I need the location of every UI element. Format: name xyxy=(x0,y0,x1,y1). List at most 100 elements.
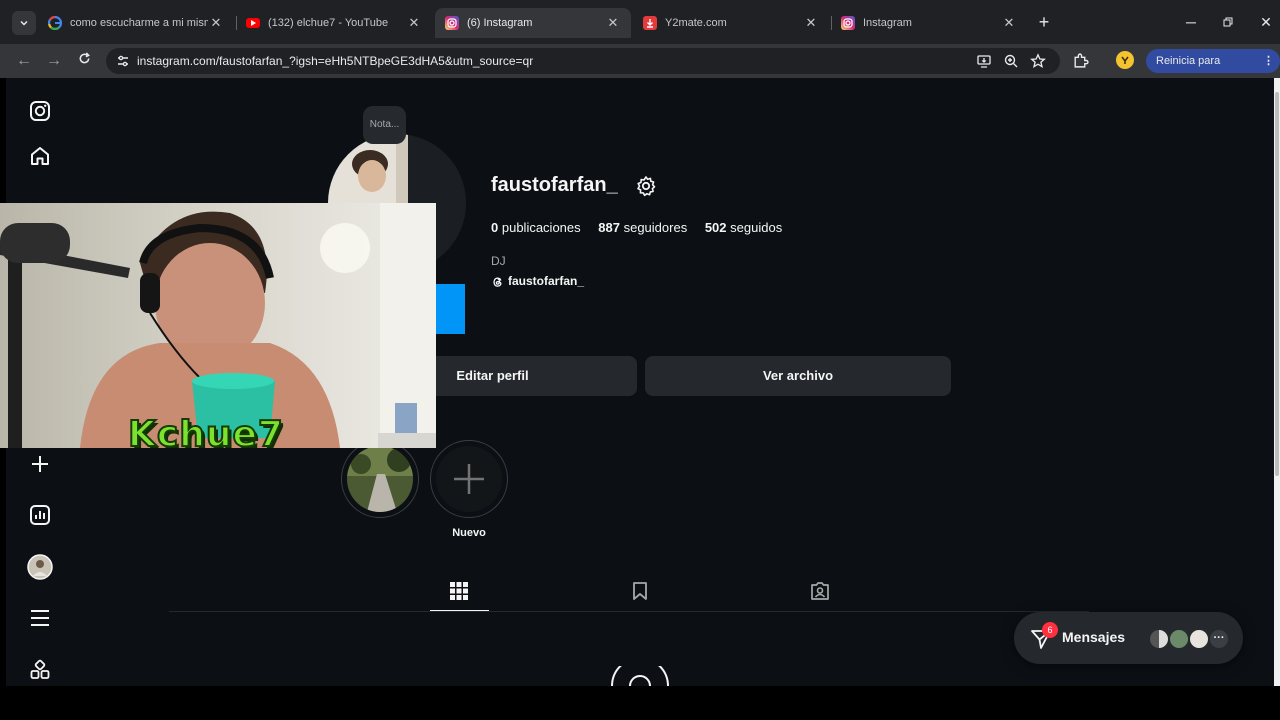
webcam-image xyxy=(0,203,436,448)
profile-avatar xyxy=(27,554,53,580)
sidebar-item-home[interactable] xyxy=(27,143,53,169)
close-tab-icon[interactable]: ✕ xyxy=(605,15,621,31)
close-tab-icon[interactable]: ✕ xyxy=(803,15,819,31)
tab-title: (6) Instagram xyxy=(467,17,533,29)
tab-title: como escucharme a mi mismo xyxy=(70,17,208,29)
site-info-icon[interactable] xyxy=(116,54,130,68)
close-window-button[interactable]: ✕ xyxy=(1256,12,1276,32)
plus-icon xyxy=(32,456,48,472)
threads-icon xyxy=(493,277,502,287)
tab-strip: como escucharme a mi mismo ✕ (132) elchu… xyxy=(0,0,1280,44)
contact-avatar xyxy=(1168,628,1190,650)
chart-icon xyxy=(30,505,50,525)
camera-circle-icon xyxy=(611,666,669,686)
tab-title: (132) elchue7 - YouTube xyxy=(268,17,389,29)
posts-grid-icon[interactable] xyxy=(449,581,469,601)
posts-count: 0 xyxy=(491,220,499,235)
tab-y2mate[interactable]: Y2mate.com ✕ xyxy=(633,8,829,38)
forward-button[interactable]: → xyxy=(44,51,64,71)
new-tab-button[interactable]: + xyxy=(1034,12,1054,32)
profile-stats: 0 publicaciones 887 seguidores 502 segui… xyxy=(491,220,796,235)
webcam-overlay: Kchue7 xyxy=(0,203,436,448)
y2mate-icon xyxy=(643,16,657,30)
followers-count: 887 xyxy=(598,220,620,235)
sidebar-item-more[interactable] xyxy=(27,605,53,631)
close-tab-icon[interactable]: ✕ xyxy=(208,15,224,31)
url-text[interactable]: instagram.com/faustofarfan_?igsh=eHh5NTB… xyxy=(137,54,533,68)
channel-logo: Kchue7 xyxy=(127,413,284,448)
note-bubble[interactable]: Nota... xyxy=(363,106,406,144)
messages-pill[interactable]: 6 Mensajes ··· xyxy=(1014,612,1243,664)
google-icon xyxy=(48,16,62,30)
extensions-icon[interactable] xyxy=(1072,52,1089,69)
install-app-icon[interactable] xyxy=(976,53,992,69)
tagged-icon[interactable] xyxy=(810,581,830,601)
scrollbar-thumb[interactable] xyxy=(1275,92,1279,476)
followers-label: seguidores xyxy=(623,220,688,235)
restore-button[interactable] xyxy=(1218,12,1238,32)
apps-grid-icon xyxy=(30,659,50,679)
story-highlight[interactable] xyxy=(341,440,419,518)
zoom-icon[interactable] xyxy=(1003,53,1019,69)
tab-title: Y2mate.com xyxy=(665,17,727,29)
followers-stat[interactable]: 887 seguidores xyxy=(598,220,687,235)
minimize-button[interactable]: ─ xyxy=(1181,12,1201,32)
bottom-black-bar xyxy=(0,686,1280,720)
back-button[interactable]: ← xyxy=(14,51,34,71)
instagram-logo-icon xyxy=(30,101,50,121)
more-contacts-icon: ··· xyxy=(1208,628,1230,650)
avatar-glyph-icon xyxy=(1121,56,1129,64)
more-menu-icon[interactable]: ⋮ xyxy=(1263,49,1274,73)
profile-avatar-icon[interactable] xyxy=(1116,51,1134,69)
sidebar-item-create[interactable] xyxy=(27,451,53,477)
new-highlight-button[interactable] xyxy=(430,440,508,518)
messages-badge: 6 xyxy=(1042,622,1058,638)
highlight-cover xyxy=(347,446,413,512)
tab-youtube[interactable]: (132) elchue7 - YouTube ✕ xyxy=(236,8,432,38)
restore-icon xyxy=(1223,17,1233,27)
sidebar-item-dashboard[interactable] xyxy=(27,502,53,528)
close-tab-icon[interactable]: ✕ xyxy=(1001,15,1017,31)
tab-google-search[interactable]: como escucharme a mi mismo ✕ xyxy=(38,8,234,38)
close-tab-icon[interactable]: ✕ xyxy=(406,15,422,31)
instagram-icon xyxy=(445,16,459,30)
chevron-down-icon xyxy=(20,20,28,26)
reload-button[interactable] xyxy=(74,51,94,71)
hamburger-menu-icon xyxy=(31,610,49,626)
messages-label: Mensajes xyxy=(1062,629,1126,645)
relaunch-to-update-button[interactable]: Reinicia para actualizar ⋮ xyxy=(1146,49,1280,91)
following-stat[interactable]: 502 seguidos xyxy=(705,220,782,235)
bookmark-star-icon[interactable] xyxy=(1030,53,1046,69)
home-icon xyxy=(31,147,49,165)
view-archive-button[interactable]: Ver archivo xyxy=(645,356,951,396)
tab-instagram-active[interactable]: (6) Instagram ✕ xyxy=(435,8,631,38)
profile-username: faustofarfan_ xyxy=(491,174,618,196)
browser-window: { "browser": { "tabs": [ {"title": "como… xyxy=(0,0,1280,720)
address-bar[interactable]: instagram.com/faustofarfan_?igsh=eHh5NTB… xyxy=(106,48,1060,74)
following-label: seguidos xyxy=(730,220,783,235)
settings-gear-icon[interactable] xyxy=(635,175,657,197)
instagram-icon xyxy=(841,16,855,30)
new-highlight-circle xyxy=(436,446,502,512)
following-count: 502 xyxy=(704,220,727,235)
posts-stat: 0 publicaciones xyxy=(491,220,581,235)
plus-icon xyxy=(454,464,484,494)
posts-label: publicaciones xyxy=(501,220,581,235)
sidebar-item-profile[interactable] xyxy=(27,554,53,580)
tab-title: Instagram xyxy=(863,17,912,29)
reload-icon xyxy=(79,52,90,64)
sidebar-item-also-from-meta[interactable] xyxy=(27,657,53,683)
contact-avatar xyxy=(1188,628,1210,650)
tab-search-button[interactable] xyxy=(12,11,36,35)
tabs-divider xyxy=(169,611,1089,612)
threads-link[interactable]: faustofarfan_ xyxy=(491,274,584,288)
highlight-image xyxy=(347,446,413,512)
threads-handle: faustofarfan_ xyxy=(508,274,585,288)
tab-instagram[interactable]: Instagram ✕ xyxy=(831,8,1027,38)
browser-toolbar: ← → instagram.com/faustofarfan_?igsh=eHh… xyxy=(0,44,1280,91)
youtube-icon xyxy=(246,18,260,28)
profile-category: DJ xyxy=(491,254,506,268)
sidebar-instagram-logo[interactable] xyxy=(27,98,53,124)
contact-avatar xyxy=(1148,628,1170,650)
saved-bookmark-icon[interactable] xyxy=(630,581,650,601)
